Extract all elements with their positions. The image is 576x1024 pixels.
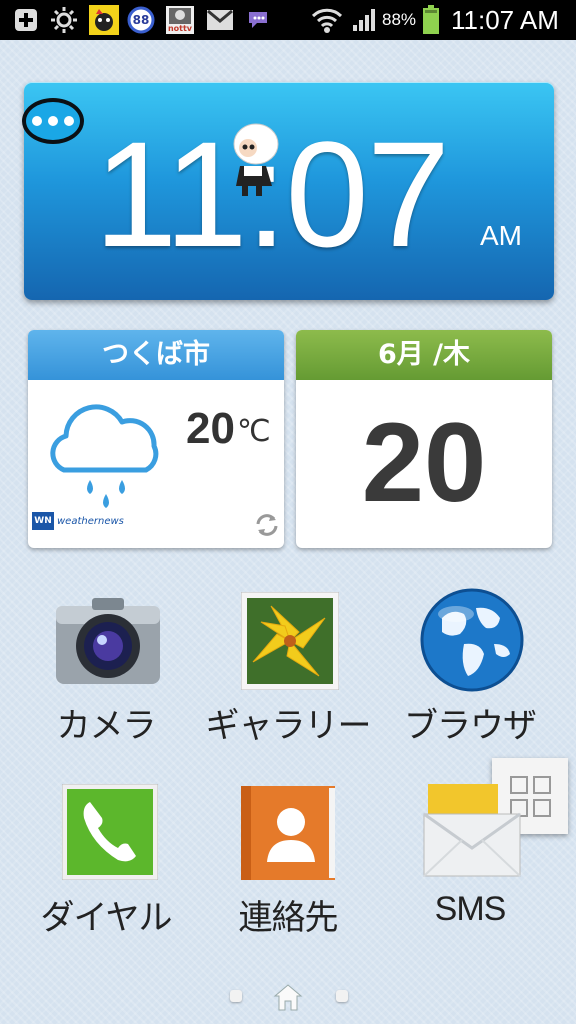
tv-app-label: nottv (167, 24, 193, 33)
gmail-icon (204, 5, 236, 35)
status-time: 11:07 AM (451, 5, 559, 35)
phone-icon (60, 783, 160, 884)
calendar-day: 20 (361, 400, 487, 525)
rain-cloud-icon (42, 396, 166, 516)
temperature-value: 20 (186, 404, 235, 453)
tv-app-icon: nottv (164, 5, 196, 35)
clock-widget[interactable]: 11:07 AM (22, 82, 554, 300)
app-contacts-label: 連絡先 (238, 898, 339, 938)
clock-badge-icon[interactable] (22, 98, 84, 144)
battery-icon (420, 5, 442, 35)
weather-temperature: 20℃ (186, 404, 271, 454)
character-mascot-icon (226, 120, 282, 200)
weathernews-logo-text: weathernews (57, 515, 124, 527)
page-dot-right[interactable] (336, 990, 348, 1002)
app-browser-label: ブラウザ (404, 706, 537, 746)
calendar-widget[interactable]: 6月 /木 20 (296, 330, 552, 548)
contacts-icon (240, 784, 340, 884)
weathernews-logo: WN weathernews (32, 512, 124, 530)
app-dialer-label: ダイヤル (40, 898, 173, 938)
badge-88-icon: 88 (126, 5, 156, 35)
brightness-icon (48, 5, 80, 35)
page-dot-left[interactable] (230, 990, 242, 1002)
app-sms-label: SMS (434, 890, 507, 928)
weather-city: つくば市 (28, 330, 284, 380)
refresh-icon[interactable] (254, 512, 280, 538)
temperature-unit: ℃ (236, 415, 271, 448)
dog-app-icon (88, 5, 120, 35)
battery-percent: 88% (382, 10, 417, 29)
camera-icon (56, 596, 160, 696)
app-gallery-label: ギャラリー (205, 706, 372, 746)
gallery-icon (240, 591, 340, 692)
app-sms[interactable]: SMS (382, 780, 558, 940)
chat-icon (244, 5, 274, 35)
app-dialer[interactable]: ダイヤル (18, 780, 194, 940)
app-gallery[interactable]: ギャラリー (200, 588, 376, 748)
calendar-month-weekday: 6月 /木 (296, 330, 552, 380)
app-camera[interactable]: カメラ (18, 588, 194, 748)
browser-globe-icon (420, 588, 524, 692)
weathernews-logo-mark: WN (32, 512, 54, 530)
clock-ampm: AM (480, 220, 522, 251)
status-bar[interactable]: 88 nottv 88% 11:07 AM (0, 0, 576, 40)
weather-widget[interactable]: つくば市 20℃ WN weathernews (28, 330, 284, 548)
badge-88-text: 88 (132, 13, 150, 27)
page-indicator[interactable] (0, 982, 576, 1012)
clock-time: 11:07 (94, 110, 450, 278)
app-browser[interactable]: ブラウザ (382, 588, 558, 748)
add-icon (10, 5, 42, 35)
sms-envelope-icon (422, 784, 522, 884)
home-page-icon[interactable] (272, 982, 304, 1012)
app-contacts[interactable]: 連絡先 (200, 780, 376, 940)
app-camera-label: カメラ (56, 706, 157, 746)
signal-icon (350, 5, 380, 35)
wifi-icon (310, 5, 344, 35)
